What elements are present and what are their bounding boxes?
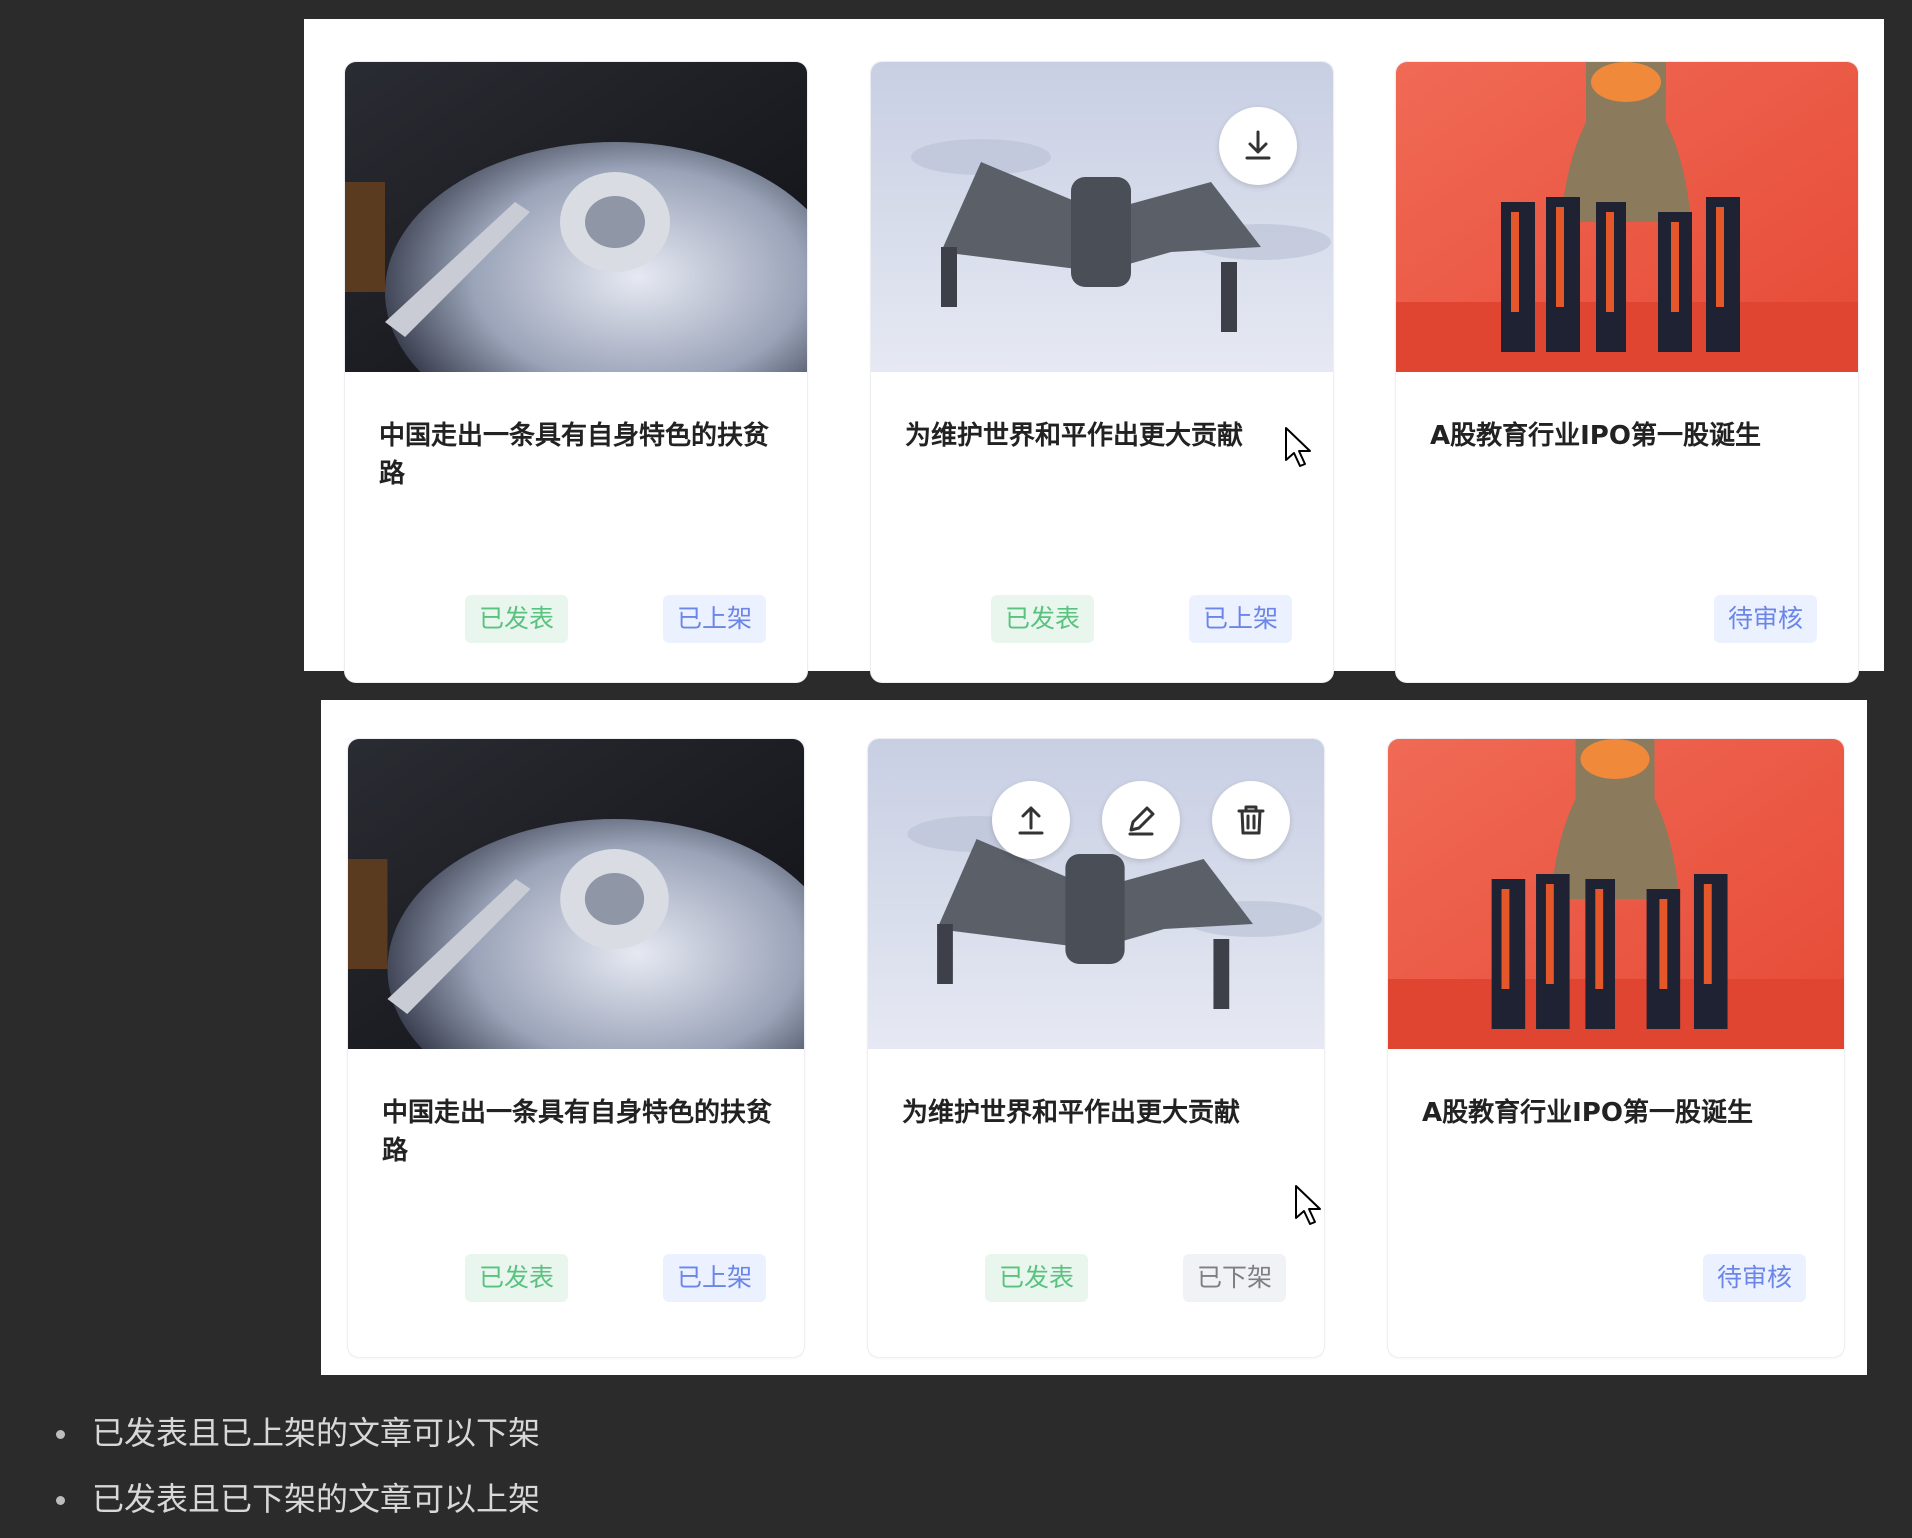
article-thumbnail xyxy=(345,62,807,372)
article-title: A股教育行业IPO第一股诞生 xyxy=(1430,421,1761,451)
review-status-badge: 待审核 xyxy=(1714,595,1818,643)
list-item: 已发表且已下架的文章可以上架 xyxy=(56,1466,540,1532)
edit-icon xyxy=(1128,806,1155,836)
download-button[interactable] xyxy=(1219,107,1297,185)
publish-button[interactable] xyxy=(992,781,1070,859)
list-item: 已发表且已上架的文章可以下架 xyxy=(56,1400,540,1466)
article-thumbnail xyxy=(348,739,804,1049)
article-title: 为维护世界和平作出更大贡献 xyxy=(902,1098,1241,1128)
card-panel-1: 中国走出一条具有自身特色的扶贫路 已发表 已上架 为维护世界和平作出更大贡献 已… xyxy=(304,19,1884,683)
article-thumbnail xyxy=(1388,739,1844,1049)
delete-button[interactable] xyxy=(1212,781,1290,859)
upload-icon xyxy=(1018,806,1044,835)
article-title: 为维护世界和平作出更大贡献 xyxy=(905,421,1244,451)
shelf-status-badge: 已下架 xyxy=(1183,1254,1287,1302)
review-status-badge: 待审核 xyxy=(1703,1254,1807,1302)
article-card[interactable]: 为维护世界和平作出更大贡献 已发表 已上架 xyxy=(870,61,1334,683)
card-panel-2: 中国走出一条具有自身特色的扶贫路 已发表 已上架 为维护世界和平作出更大贡献 已… xyxy=(321,700,1867,1375)
download-icon xyxy=(1245,130,1271,160)
notes-list: 已发表且已上架的文章可以下架 已发表且已下架的文章可以上架 xyxy=(56,1400,540,1532)
mouse-cursor-icon xyxy=(1295,1185,1321,1225)
shelf-status-badge: 已上架 xyxy=(663,595,767,643)
trash-icon xyxy=(1237,805,1265,835)
article-card[interactable]: 中国走出一条具有自身特色的扶贫路 已发表 已上架 xyxy=(347,738,805,1358)
publish-status-badge: 已发表 xyxy=(991,595,1095,643)
publish-status-badge: 已发表 xyxy=(985,1254,1089,1302)
article-card[interactable]: A股教育行业IPO第一股诞生 待审核 xyxy=(1395,61,1859,683)
publish-status-badge: 已发表 xyxy=(465,595,569,643)
shelf-status-badge: 已上架 xyxy=(1189,595,1293,643)
mouse-cursor-icon xyxy=(1285,427,1311,467)
article-title: A股教育行业IPO第一股诞生 xyxy=(1422,1098,1753,1128)
article-title: 中国走出一条具有自身特色的扶贫路 xyxy=(379,421,770,489)
article-card[interactable]: A股教育行业IPO第一股诞生 待审核 xyxy=(1387,738,1845,1358)
publish-status-badge: 已发表 xyxy=(465,1254,569,1302)
edit-button[interactable] xyxy=(1102,781,1180,859)
article-card[interactable]: 为维护世界和平作出更大贡献 已发表 已下架 xyxy=(867,738,1325,1358)
article-card[interactable]: 中国走出一条具有自身特色的扶贫路 已发表 已上架 xyxy=(344,61,808,683)
article-title: 中国走出一条具有自身特色的扶贫路 xyxy=(382,1098,773,1166)
article-thumbnail xyxy=(1396,62,1858,372)
shelf-status-badge: 已上架 xyxy=(663,1254,767,1302)
